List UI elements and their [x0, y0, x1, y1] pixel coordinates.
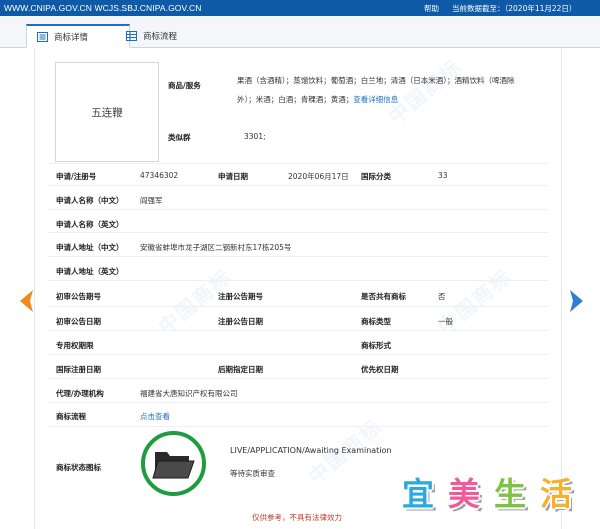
previous-arrow-icon[interactable] [17, 289, 35, 313]
intl-reg-date-label: 国际注册日期 [56, 365, 101, 374]
status-icon-label: 商标状态图标 [56, 463, 101, 472]
goods-label: 商品/服务 [168, 81, 201, 90]
reg-notice-date-label: 注册公告日期 [218, 317, 263, 326]
disclaimer: 仅供参考，不具有法律效力 [252, 513, 342, 522]
goods-services: 果酒（含酒精）；蒸馏饮料；葡萄酒；白兰地；清酒（日本米酒）；酒精饮料（啤酒除外）… [237, 71, 529, 109]
similar-group-label: 类似群 [168, 133, 191, 142]
tab-trademark-flow[interactable]: 商标流程 [116, 24, 216, 48]
agent-label: 代理/办理机构 [56, 389, 104, 398]
applicant-en-label: 申请人名称（英文） [56, 220, 124, 229]
flow-label: 商标流程 [56, 412, 86, 421]
address-cn-label: 申请人地址（中文） [56, 243, 124, 252]
shared-mark-value: 否 [438, 292, 446, 301]
divider [48, 354, 548, 355]
divider [48, 402, 548, 403]
applicant-cn-value: 阎强军 [140, 196, 163, 205]
reg-no-value: 47346302 [140, 171, 179, 180]
status-english: LIVE/APPLICATION/Awaiting Examination [230, 446, 392, 455]
site-urls: WWW.CNIPA.GOV.CN WCJS.SBJ.CNIPA.GOV.CN [4, 3, 202, 13]
mark-type-value: 一般 [438, 317, 453, 326]
shared-mark-label: 是否共有商标 [361, 292, 406, 301]
tab-label: 商标详情 [54, 32, 89, 43]
app-date-value: 2020年06月17日 [288, 172, 349, 181]
divider [48, 330, 548, 331]
prelim-no-label: 初审公告期号 [56, 292, 101, 301]
brand-char: 美 [447, 475, 480, 513]
divider [48, 209, 548, 210]
top-bar: WWW.CNIPA.GOV.CN WCJS.SBJ.CNIPA.GOV.CN 帮… [0, 0, 600, 16]
brand-char: 生 [493, 475, 526, 513]
brand-char: 宜 [401, 475, 434, 513]
document-icon [37, 31, 48, 42]
reg-notice-no-label: 注册公告期号 [218, 292, 263, 301]
divider [48, 163, 548, 164]
folder-icon [151, 447, 196, 481]
next-arrow-icon[interactable] [568, 289, 586, 313]
app-date-label: 申请日期 [218, 172, 248, 181]
help-link[interactable]: 帮助 [424, 3, 439, 14]
tab-bar: 商标详情 商标流程 [0, 16, 600, 48]
later-designation-label: 后期指定日期 [218, 365, 263, 374]
mark-type-label: 商标类型 [361, 317, 391, 326]
similar-group-value: 3301; [244, 132, 266, 141]
divider [48, 280, 548, 281]
address-cn-value: 安徽省蚌埠市龙子湖区二钢新村东17栋205号 [140, 243, 292, 252]
trademark-status-badge [141, 431, 206, 496]
intl-class-label: 国际分类 [361, 172, 391, 181]
divider [48, 306, 548, 307]
divider [48, 232, 548, 233]
brand-char: 活 [539, 475, 572, 513]
view-details-link[interactable]: 查看详细信息 [353, 95, 398, 104]
address-en-label: 申请人地址（英文） [56, 267, 124, 276]
divider [48, 378, 548, 379]
mark-form-label: 商标形式 [361, 341, 391, 350]
trademark-image: 五连鞭 [55, 62, 159, 162]
brand-watermark: 宜 美 生 活 [396, 472, 580, 516]
tab-trademark-details[interactable]: 商标详情 [26, 24, 130, 48]
intl-class-value: 33 [438, 171, 448, 180]
tab-label: 商标流程 [143, 32, 178, 42]
divider [48, 185, 548, 186]
reg-no-label: 申请/注册号 [56, 172, 97, 181]
agent-value: 福建省大唐知识产权有限公司 [140, 389, 238, 398]
table-icon [126, 31, 137, 41]
status-chinese: 等待实质审查 [230, 469, 275, 478]
exclusive-period-label: 专用权期限 [56, 341, 94, 350]
view-flow-link[interactable]: 点击查看 [140, 411, 170, 422]
divider [48, 426, 548, 427]
divider [48, 256, 548, 257]
applicant-cn-label: 申请人名称（中文） [56, 196, 124, 205]
priority-date-label: 优先权日期 [361, 365, 399, 374]
prelim-date-label: 初审公告日期 [56, 317, 101, 326]
data-cutoff-date: 当前数据截至：（2020年11月22日） [452, 4, 577, 13]
